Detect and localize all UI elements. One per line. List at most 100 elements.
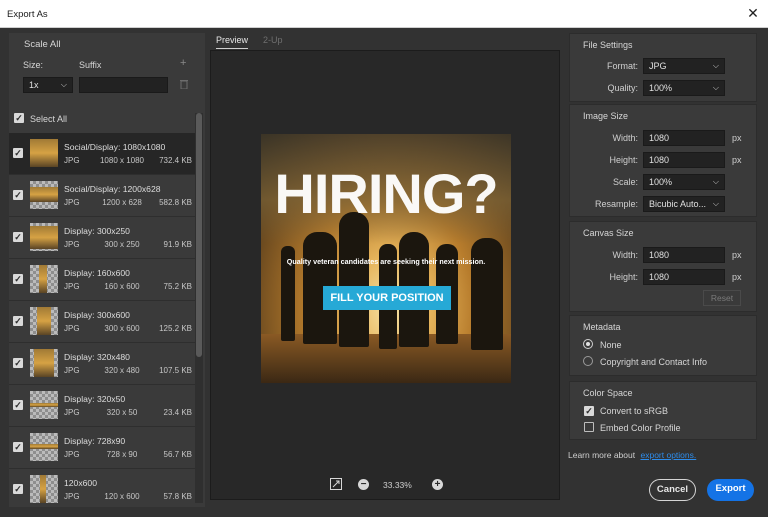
trash-icon[interactable]	[180, 79, 188, 90]
item-format: JPG	[64, 366, 80, 375]
item-format: JPG	[64, 450, 80, 459]
item-format: JPG	[64, 198, 80, 207]
convert-srgb-label: Convert to sRGB	[600, 406, 669, 416]
metadata-none-radio[interactable]	[583, 339, 593, 349]
item-filesize: 91.9 KB	[163, 240, 192, 249]
title-bar: Export As ✕	[0, 0, 768, 28]
list-item[interactable]: ✓ Social/Display: 1080x1080 JPG 1080 x 1…	[9, 133, 195, 175]
item-checkbox[interactable]: ✓	[13, 442, 23, 452]
scale-dropdown[interactable]: 100% ⌵	[643, 174, 725, 190]
thumbnail	[30, 391, 58, 419]
color-space-heading: Color Space	[583, 388, 633, 398]
item-checkbox[interactable]: ✓	[13, 190, 23, 200]
preview-headline: HIRING?	[274, 162, 498, 225]
chevron-down-icon: ⌵	[60, 80, 67, 89]
zoom-out-icon[interactable]: −	[358, 479, 369, 490]
item-format: JPG	[64, 408, 80, 417]
item-checkbox[interactable]: ✓	[13, 400, 23, 410]
list-item[interactable]: ✓ Display: 160x600 JPG 160 x 600 75.2 KB	[9, 259, 195, 301]
tab-preview[interactable]: Preview	[216, 35, 248, 45]
image-size-panel: Image Size Width: 1080 px Height: 1080 p…	[569, 104, 757, 217]
item-name: Display: 300x250	[64, 226, 130, 236]
embed-profile-label: Embed Color Profile	[600, 423, 681, 433]
item-format: JPG	[64, 324, 80, 333]
format-value: JPG	[649, 61, 667, 71]
resample-dropdown[interactable]: Bicubic Auto... ⌵	[643, 196, 725, 212]
item-dimensions: 320 x 480	[104, 366, 140, 375]
reset-button[interactable]: Reset	[703, 290, 741, 306]
export-button[interactable]: Export	[707, 479, 754, 501]
thumbnail	[30, 433, 58, 461]
unit-label: px	[732, 155, 742, 165]
size-dropdown[interactable]: 1x ⌵	[23, 77, 73, 93]
export-as-dialog: Export As ✕ Scale All Size: Suffix + 1x …	[0, 0, 768, 517]
item-dimensions: 160 x 600	[104, 282, 140, 291]
size-value: 1x	[29, 80, 39, 90]
metadata-copyright-radio[interactable]	[583, 356, 593, 366]
item-name: Social/Display: 1080x1080	[64, 142, 166, 152]
size-label: Size:	[23, 60, 44, 70]
unit-label: px	[732, 250, 742, 260]
scale-label: Scale:	[612, 177, 638, 187]
close-icon[interactable]: ✕	[744, 4, 762, 22]
item-dimensions: 320 x 50	[106, 408, 138, 417]
item-checkbox[interactable]: ✓	[13, 316, 23, 326]
suffix-label: Suffix	[79, 60, 102, 70]
thumbnail	[30, 139, 58, 167]
fit-view-icon[interactable]	[330, 478, 342, 490]
item-dimensions: 300 x 250	[104, 240, 140, 249]
list-item[interactable]: ✓ Display: 728x90 JPG 728 x 90 56.7 KB	[9, 427, 195, 469]
thumbnail	[30, 265, 58, 293]
quality-dropdown[interactable]: 100% ⌵	[643, 80, 725, 96]
item-filesize: 57.8 KB	[163, 492, 192, 501]
list-item[interactable]: ✓ Display: 320x480 JPG 320 x 480 107.5 K…	[9, 343, 195, 385]
canvas-height-label: Height:	[609, 272, 638, 282]
scale-panel: Scale All Size: Suffix + 1x ⌵ ✓ Select A…	[9, 33, 205, 507]
export-options-link[interactable]: export options.	[640, 450, 696, 460]
list-item[interactable]: ✓ Display: 320x50 JPG 320 x 50 23.4 KB	[9, 385, 195, 427]
silhouette	[471, 238, 503, 350]
quality-value: 100%	[649, 83, 673, 93]
canvas-height-input[interactable]: 1080	[643, 269, 725, 285]
zoom-in-icon[interactable]: +	[432, 479, 443, 490]
tab-2-up[interactable]: 2-Up	[263, 35, 283, 45]
scale-all-heading: Scale All	[24, 39, 61, 50]
list-item[interactable]: ✓ Display: 300x250 JPG 300 x 250 91.9 KB	[9, 217, 195, 259]
preview-cta: FILL YOUR POSITION	[323, 286, 451, 310]
thumbnail	[30, 475, 58, 503]
active-tab-underline	[216, 48, 248, 49]
metadata-copyright-label: Copyright and Contact Info	[600, 357, 708, 367]
item-filesize: 75.2 KB	[163, 282, 192, 291]
scrollbar-thumb[interactable]	[196, 113, 202, 357]
suffix-input[interactable]	[79, 77, 168, 93]
chevron-down-icon: ⌵	[712, 199, 719, 208]
select-all-checkbox[interactable]: ✓	[14, 113, 24, 123]
convert-srgb-checkbox[interactable]: ✓	[584, 406, 594, 416]
item-name: Display: 728x90	[64, 436, 126, 446]
item-format: JPG	[64, 282, 80, 291]
list-item[interactable]: ✓ Social/Display: 1200x628 JPG 1200 x 62…	[9, 175, 195, 217]
cancel-button[interactable]: Cancel	[649, 479, 696, 501]
item-dimensions: 728 x 90	[106, 450, 138, 459]
unit-label: px	[732, 133, 742, 143]
canvas-width-input[interactable]: 1080	[643, 247, 725, 263]
item-name: Display: 160x600	[64, 268, 130, 278]
list-item[interactable]: ✓ 120x600 JPG 120 x 600 57.8 KB	[9, 469, 195, 503]
window-title: Export As	[7, 9, 48, 20]
embed-profile-checkbox[interactable]	[584, 422, 594, 432]
add-scale-icon[interactable]: +	[180, 57, 186, 69]
preview-subline: Quality veteran candidates are seeking t…	[286, 257, 486, 266]
image-height-input[interactable]: 1080	[643, 152, 725, 168]
format-dropdown[interactable]: JPG ⌵	[643, 58, 725, 74]
item-checkbox[interactable]: ✓	[13, 148, 23, 158]
item-checkbox[interactable]: ✓	[13, 484, 23, 494]
list-scrollbar[interactable]	[195, 113, 203, 503]
quality-label: Quality:	[607, 83, 638, 93]
preview-image: HIRING? Quality veteran candidates are s…	[261, 134, 511, 383]
zoom-controls: − 33.33% +	[330, 478, 450, 492]
item-checkbox[interactable]: ✓	[13, 232, 23, 242]
list-item[interactable]: ✓ Display: 300x600 JPG 300 x 600 125.2 K…	[9, 301, 195, 343]
item-checkbox[interactable]: ✓	[13, 274, 23, 284]
image-width-input[interactable]: 1080	[643, 130, 725, 146]
item-checkbox[interactable]: ✓	[13, 358, 23, 368]
